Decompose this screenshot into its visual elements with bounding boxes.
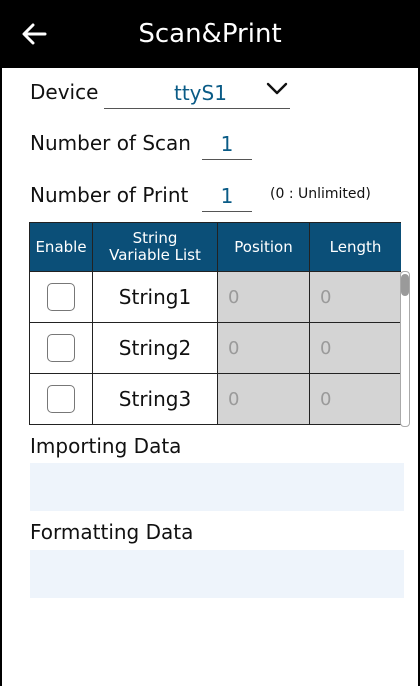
table-row: String2 0 0	[29, 322, 401, 374]
enable-cell	[29, 271, 93, 323]
formatting-data-label: Formatting Data	[30, 520, 194, 544]
string-name-cell: String2	[92, 322, 218, 374]
string-list-header-line1: String	[132, 229, 178, 247]
string-name-cell: String1	[92, 271, 218, 323]
position-cell: 0	[217, 271, 310, 323]
print-count-hint: (0 : Unlimited)	[270, 186, 371, 202]
string-variable-table: Enable String Variable List Position Len…	[29, 222, 401, 425]
formatting-data-field[interactable]	[30, 550, 404, 598]
length-cell: 0	[309, 271, 401, 323]
length-cell: 0	[309, 373, 401, 425]
enable-checkbox[interactable]	[47, 283, 75, 311]
enable-checkbox[interactable]	[47, 385, 75, 413]
chevron-down-icon	[266, 82, 288, 95]
back-button[interactable]	[16, 16, 52, 52]
device-label: Device	[30, 80, 99, 104]
table-header-row: Enable String Variable List Position Len…	[29, 222, 401, 272]
enable-column-header: Enable	[29, 222, 93, 272]
string-list-column-header: String Variable List	[92, 222, 218, 272]
scan-count-label: Number of Scan	[30, 131, 191, 155]
string-list-header-line2: Variable List	[109, 246, 201, 264]
print-count-input[interactable]: 1	[202, 181, 252, 212]
string-name-cell: String3	[92, 373, 218, 425]
table-scrollbar[interactable]	[400, 271, 410, 427]
scrollbar-thumb[interactable]	[401, 274, 409, 296]
importing-data-label: Importing Data	[30, 434, 182, 458]
enable-cell	[29, 322, 93, 374]
page-title: Scan&Print	[138, 19, 282, 49]
device-dropdown[interactable]: ttyS1	[104, 78, 290, 109]
importing-data-field[interactable]	[30, 463, 404, 511]
device-value: ttyS1	[174, 81, 227, 105]
app-bar: Scan&Print	[2, 0, 418, 68]
table-row: String3 0 0	[29, 373, 401, 425]
enable-cell	[29, 373, 93, 425]
enable-checkbox[interactable]	[47, 334, 75, 362]
print-count-label: Number of Print	[30, 183, 189, 207]
length-cell: 0	[309, 322, 401, 374]
position-cell: 0	[217, 322, 310, 374]
position-column-header: Position	[217, 222, 310, 272]
back-arrow-icon	[22, 23, 47, 45]
position-cell: 0	[217, 373, 310, 425]
scan-count-input[interactable]: 1	[202, 129, 252, 160]
length-column-header: Length	[309, 222, 401, 272]
table-row: String1 0 0	[29, 271, 401, 323]
